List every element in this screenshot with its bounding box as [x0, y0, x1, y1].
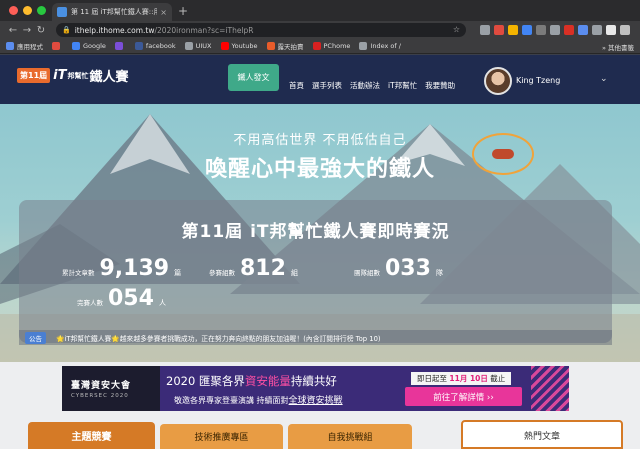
extension-icon[interactable] — [480, 25, 490, 35]
logo-main: 鐵人賽 — [89, 70, 129, 85]
username[interactable]: King Tzeng — [516, 76, 560, 85]
folder-icon — [184, 42, 193, 50]
pchome-icon — [312, 42, 321, 50]
main-nav: 首頁 選手列表 活動辦法 iT邦幫忙 我要贊助 — [289, 80, 455, 91]
bookmarks-bar: 應用程式 Google facebook UIUX Youtube 露天拍賣 P… — [0, 39, 640, 54]
banner-title: 2020 匯聚各界資安能量持續共好 — [166, 374, 337, 388]
forward-icon[interactable]: → — [20, 25, 34, 36]
youtube-icon — [220, 42, 229, 50]
extension-icon[interactable] — [592, 25, 602, 35]
extension-icon[interactable] — [606, 25, 616, 35]
chevron-down-icon[interactable]: ⌄ — [600, 74, 608, 84]
extension-icons — [480, 25, 630, 35]
logo-sub: 邦幫忙 — [67, 71, 89, 80]
hero-subtitle: 不用高估世界 不用低估自己 — [233, 133, 407, 148]
tab-self-challenge[interactable]: 自我挑戰組 — [288, 424, 412, 449]
close-window-button[interactable] — [9, 6, 18, 15]
extension-icon[interactable] — [578, 25, 588, 35]
browser-toolbar: ← → ↻ 🔒 ithelp.ithome.com.tw /2020ironma… — [0, 21, 640, 39]
learn-more-button[interactable]: 前往了解詳情 ›› — [405, 387, 522, 406]
tab-title: 第 11 屆 iT邦幫忙鐵人賽::用30天 — [71, 8, 158, 16]
logo-it: iT — [53, 68, 67, 83]
nav-ithelp[interactable]: iT邦幫忙 — [388, 80, 417, 91]
url-host: ithelp.ithome.com.tw — [74, 25, 155, 35]
hot-articles-title: 熱門文章 — [523, 432, 560, 442]
yahoo-icon — [114, 42, 123, 50]
bookmark-icon — [52, 42, 60, 50]
other-bookmarks[interactable]: » 其他書籤 — [602, 42, 634, 52]
announcement-bar[interactable]: 公告 🌟iT邦幫忙鐵人賽🌟越來越多參賽者挑戰成功，正在努力奔向終點的朋友加油喔！… — [19, 330, 612, 345]
hot-articles-panel: 熱門文章 — [461, 420, 623, 449]
bookmark-youtube[interactable]: Youtube — [220, 42, 258, 50]
minimize-window-button[interactable] — [23, 6, 32, 15]
stats-panel: 第11屆 iT邦幫忙鐵人賽即時賽況 累計文章數 9,139 篇 參賽組數 812… — [19, 200, 612, 343]
stat-teams: 團隊組數 033 隊 — [354, 256, 443, 281]
extension-icon[interactable] — [550, 25, 560, 35]
browser-tab[interactable]: 第 11 屆 iT邦幫忙鐵人賽::用30天 × — [52, 3, 172, 21]
announcement-tag: 公告 — [25, 331, 46, 344]
banner-description: 敬邀各界專家登臺演講 持續面對全球資安挑戰 — [174, 396, 343, 406]
extension-icon[interactable] — [494, 25, 504, 35]
nav-players[interactable]: 選手列表 — [312, 80, 342, 91]
address-bar[interactable]: 🔒 ithelp.ithome.com.tw /2020ironman?sc=i… — [56, 23, 466, 37]
google-icon — [72, 42, 80, 50]
nav-sponsor[interactable]: 我要贊助 — [425, 80, 455, 91]
cybersec-ad-banner[interactable]: 臺灣資安大會 CYBERSEC 2020 2020 匯聚各界資安能量持續共好 敬… — [62, 366, 569, 411]
tab-close-icon[interactable]: × — [160, 8, 167, 17]
bookmark-facebook[interactable]: facebook — [134, 42, 176, 50]
bookmark-item[interactable] — [114, 42, 126, 50]
extension-icon[interactable] — [564, 25, 574, 35]
profile-icon[interactable] — [620, 25, 630, 35]
logo-badge: 第11屆 — [17, 68, 51, 83]
stat-finishers: 完賽人數 054 人 — [77, 286, 166, 311]
bookmark-star-icon[interactable]: ☆ — [453, 25, 460, 34]
extension-icon[interactable] — [536, 25, 546, 35]
post-article-button[interactable]: 鐵人發文 — [228, 64, 279, 91]
ruten-icon — [266, 42, 275, 50]
nav-home[interactable]: 首頁 — [289, 80, 304, 91]
stats-title: 第11屆 iT邦幫忙鐵人賽即時賽況 — [181, 222, 450, 242]
maximize-window-button[interactable] — [37, 6, 46, 15]
extension-icon[interactable] — [508, 25, 518, 35]
tab-tech-promotion[interactable]: 技術推廣專區 — [160, 424, 283, 449]
banner-stripes — [531, 366, 569, 411]
bookmark-pchome[interactable]: PChome — [312, 42, 350, 50]
avatar[interactable] — [484, 67, 512, 95]
new-tab-button[interactable]: + — [178, 4, 188, 18]
banner-deadline: 即日起至 11月 10日 截止 — [411, 372, 512, 385]
lock-icon: 🔒 — [62, 26, 71, 34]
url-path: /2020ironman?sc=iThelpR — [154, 25, 254, 35]
mascot-icon — [472, 133, 534, 175]
back-icon[interactable]: ← — [6, 25, 20, 36]
page-icon — [359, 42, 368, 50]
facebook-icon — [134, 42, 143, 50]
tab-favicon-icon — [57, 7, 67, 17]
reload-icon[interactable]: ↻ — [34, 25, 48, 36]
stat-entries: 參賽組數 812 組 — [209, 256, 298, 281]
bookmark-index[interactable]: Index of / — [359, 42, 401, 50]
extension-icon[interactable] — [522, 25, 532, 35]
apps-icon — [6, 42, 14, 50]
bookmark-ruten[interactable]: 露天拍賣 — [266, 41, 304, 51]
announcement-text[interactable]: 🌟iT邦幫忙鐵人賽🌟越來越多參賽者挑戰成功，正在努力奔向終點的朋友加油喔！(內含… — [56, 333, 381, 343]
bookmark-google[interactable]: Google — [72, 42, 106, 50]
bookmark-uiux[interactable]: UIUX — [184, 42, 212, 50]
hero-title: 喚醒心中最強大的鐵人 — [204, 157, 435, 182]
tab-theme-contest[interactable]: 主題競賽 — [28, 422, 155, 449]
bookmark-item[interactable] — [52, 42, 63, 50]
banner-logo: 臺灣資安大會 CYBERSEC 2020 — [62, 366, 160, 411]
stat-articles: 累計文章數 9,139 篇 — [62, 256, 182, 281]
nav-rules[interactable]: 活動辦法 — [350, 80, 380, 91]
site-logo[interactable]: 第11屆 iT 邦幫忙 鐵人賽 — [17, 66, 128, 85]
browser-title-bar: 第 11 屆 iT邦幫忙鐵人賽::用30天 × + — [0, 0, 640, 21]
bookmark-apps[interactable]: 應用程式 — [6, 41, 43, 51]
